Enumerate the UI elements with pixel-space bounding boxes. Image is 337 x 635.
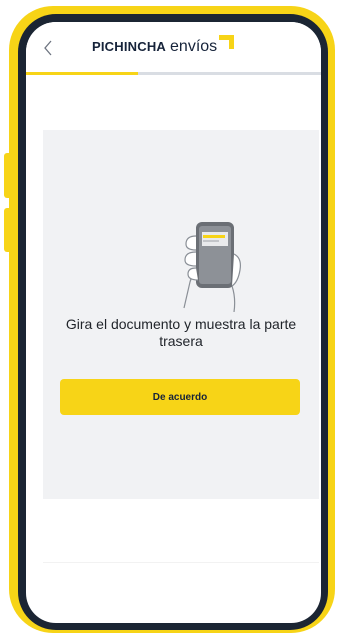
- agree-button[interactable]: De acuerdo: [60, 379, 300, 415]
- chevron-left-icon: [44, 40, 52, 56]
- brand-mark-icon: [219, 35, 234, 49]
- progress-fill: [26, 72, 139, 75]
- divider: [43, 562, 319, 563]
- instruction-line-2: trasera: [159, 333, 203, 349]
- brand-suffix: envíos: [170, 38, 218, 55]
- instruction-card: Gira el documento y muestra la parte tra…: [43, 130, 319, 499]
- app-header: PICHINCHA envíos: [26, 22, 321, 75]
- brand-logo: PICHINCHA envíos: [92, 38, 217, 62]
- volume-up-button: [4, 153, 14, 198]
- back-button[interactable]: [36, 36, 60, 60]
- instruction-text: Gira el documento y muestra la parte tra…: [43, 316, 319, 350]
- brand-name: PICHINCHA: [92, 39, 167, 54]
- instruction-line-1: Gira el documento y muestra la parte: [65, 316, 297, 332]
- screen: PICHINCHA envíos Gira el documento y mue…: [26, 22, 321, 623]
- hand-holding-phone-icon: [183, 222, 241, 312]
- volume-down-button: [4, 208, 14, 252]
- progress-bar: [26, 72, 321, 75]
